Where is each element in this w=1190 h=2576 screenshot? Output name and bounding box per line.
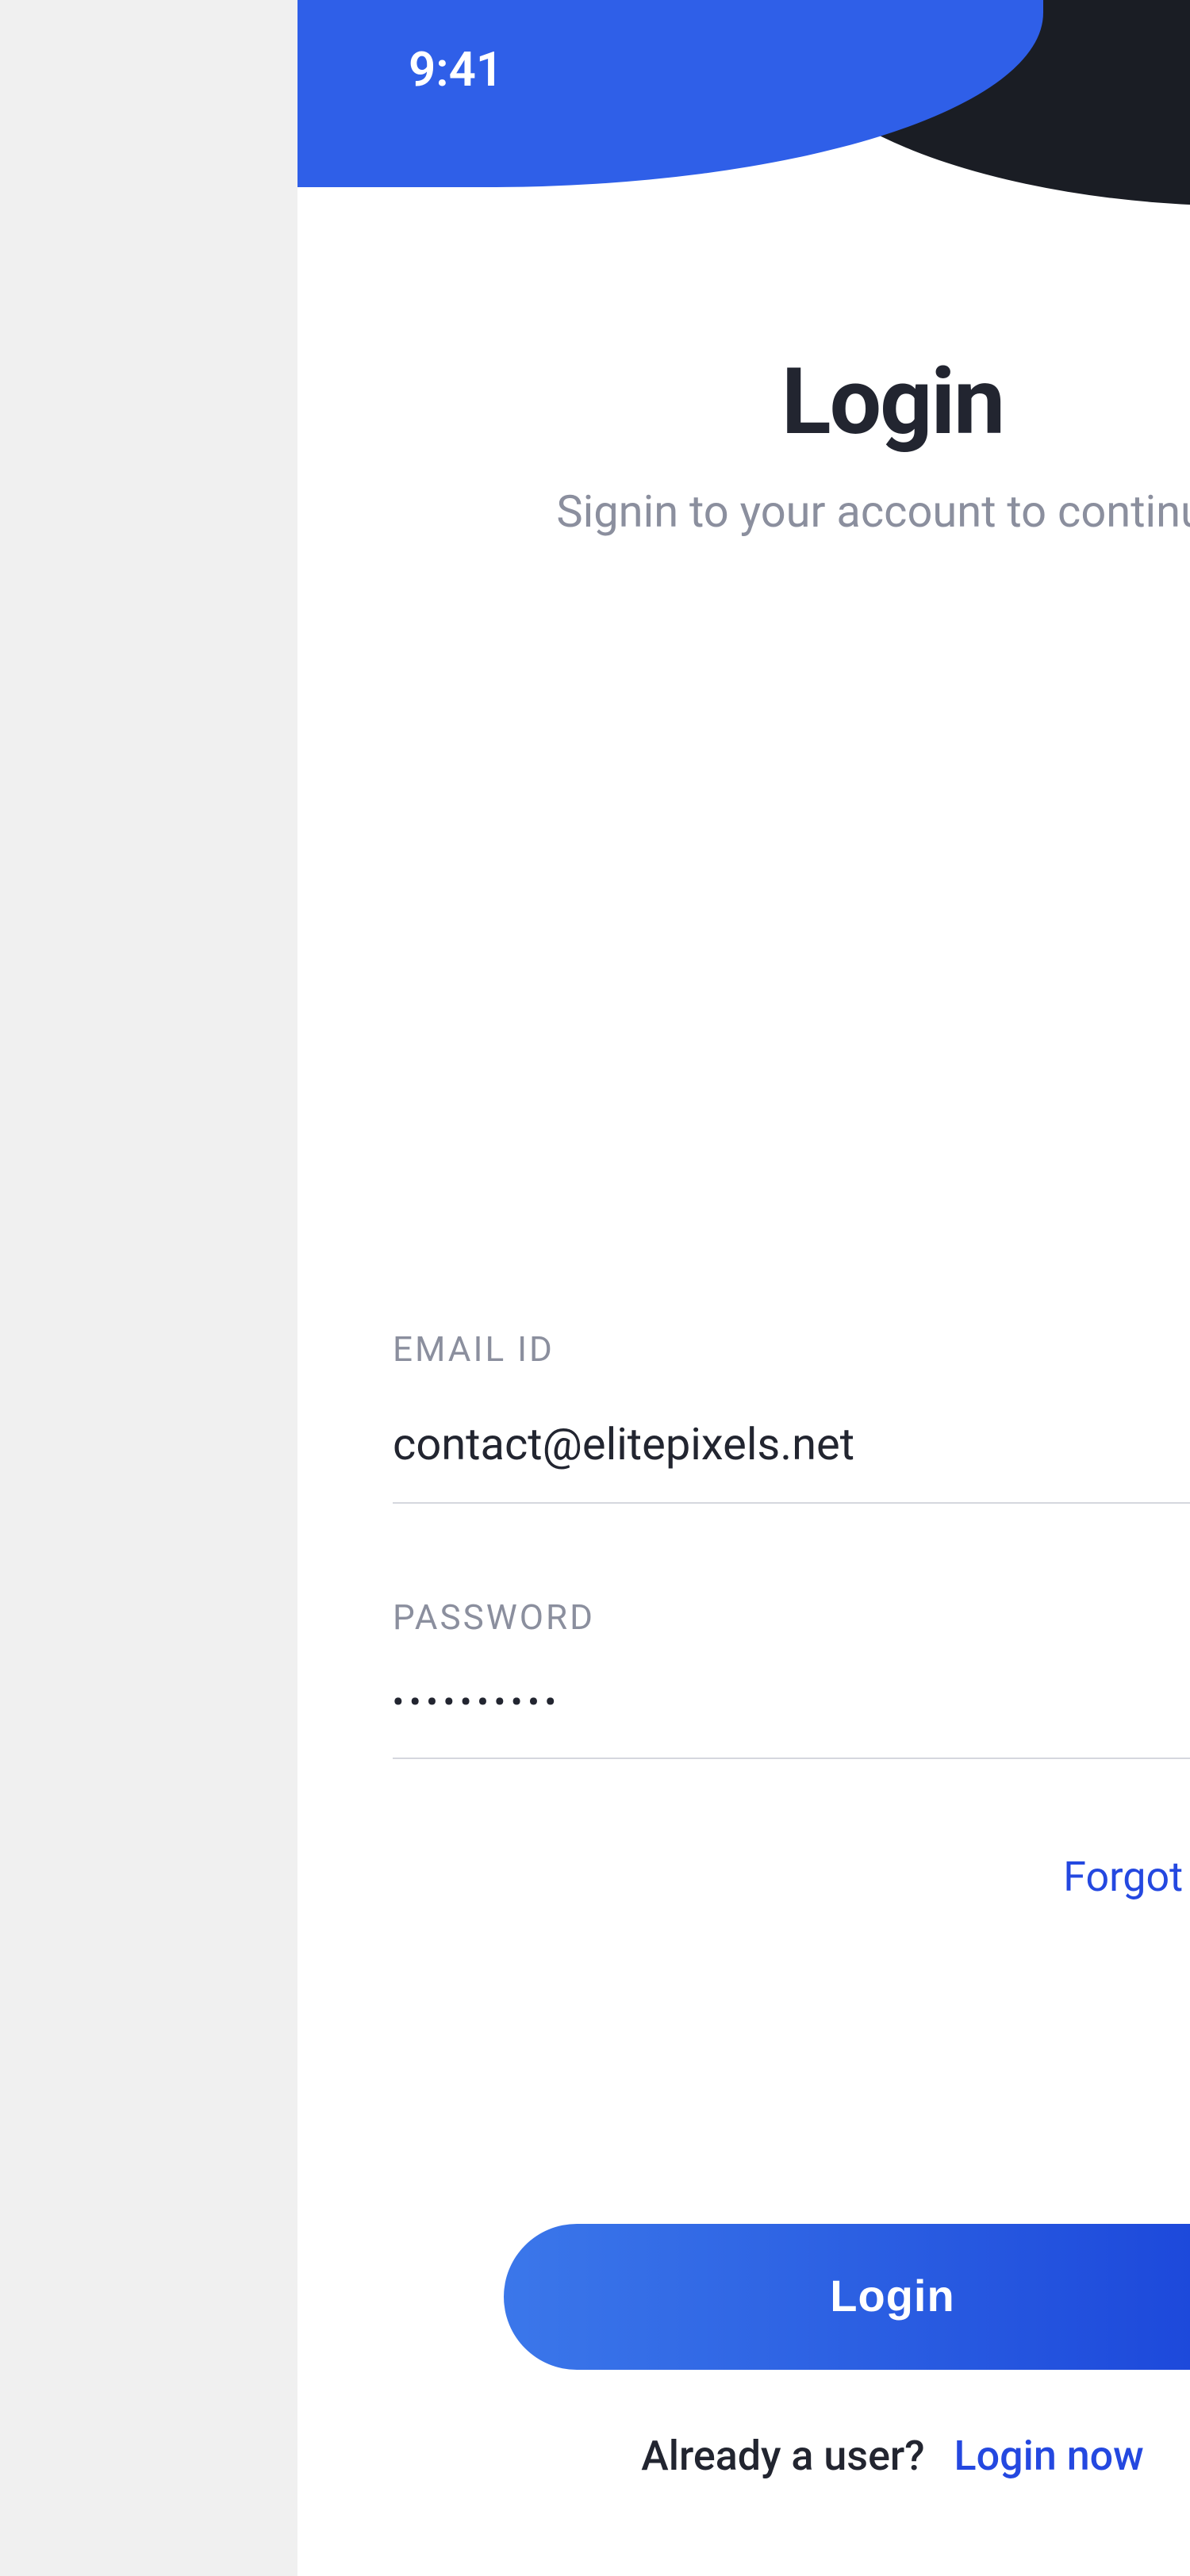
forgot-password-link[interactable]: Forgot password?	[1063, 1854, 1190, 1902]
email-label: EMAIL ID	[393, 1331, 1190, 1370]
page-subtitle: Signin to your account to continue	[393, 485, 1190, 538]
password-label: PASSWORD	[393, 1599, 1190, 1639]
login-button[interactable]: Login	[504, 2224, 1190, 2370]
content-area: Login Signin to your account to continue…	[298, 349, 1190, 1902]
signup-row: Already a user? Login now	[393, 2433, 1190, 2481]
password-field[interactable]: ••••••••••	[393, 1670, 1190, 1759]
bottom-actions: Login Already a user? Login now	[393, 2224, 1190, 2481]
page-title: Login	[393, 349, 1190, 457]
login-screen: 9:41	[298, 0, 1190, 2576]
status-bar: 9:41	[298, 0, 1190, 140]
login-now-link[interactable]: Login now	[954, 2433, 1144, 2481]
login-form: EMAIL ID PASSWORD •••••••••• Forgot pass…	[393, 1331, 1190, 1902]
password-group: PASSWORD ••••••••••	[393, 1599, 1190, 1759]
title-section: Login Signin to your account to continue	[393, 349, 1190, 538]
status-time: 9:41	[409, 42, 503, 98]
email-field[interactable]	[393, 1402, 1190, 1504]
forgot-password-row: Forgot password?	[393, 1854, 1190, 1902]
email-group: EMAIL ID	[393, 1331, 1190, 1504]
header-decoration: 9:41	[298, 0, 1190, 206]
already-user-text: Already a user?	[641, 2433, 924, 2481]
